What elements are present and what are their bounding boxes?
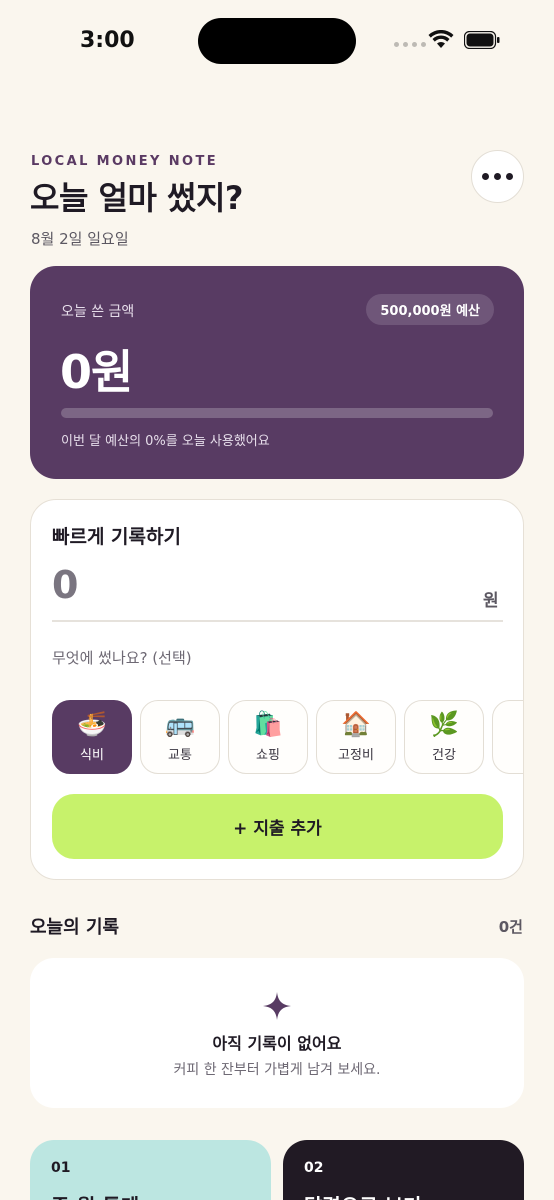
card-title: 달력으로 보기 — [304, 1190, 421, 1200]
signal-icon — [394, 42, 426, 47]
dynamic-island — [198, 18, 356, 64]
more-options-button[interactable] — [471, 150, 524, 203]
category-label: 쇼핑 — [256, 746, 280, 762]
category-more[interactable] — [492, 700, 523, 774]
herb-icon: 🌿 — [429, 710, 459, 738]
stats-card[interactable]: 01 주·월 통계 — [30, 1140, 271, 1200]
category-label: 식비 — [80, 746, 104, 762]
budget-badge[interactable]: 500,000원 예산 — [366, 294, 494, 325]
sparkle-icon — [263, 992, 291, 1020]
empty-records-card: 아직 기록이 없어요 커피 한 잔부터 가볍게 남겨 보세요. — [30, 958, 524, 1108]
noodle-icon: 🍜 — [77, 710, 107, 738]
today-summary-card: 오늘 쓴 금액 500,000원 예산 0원 이번 달 예산의 0%를 오늘 사… — [30, 266, 524, 479]
shopping-bags-icon: 🛍️ — [253, 710, 283, 738]
quick-entry-title: 빠르게 기록하기 — [52, 526, 181, 548]
today-amount: 0원 — [60, 345, 133, 399]
more-dots-icon — [482, 173, 489, 180]
usage-text: 이번 달 예산의 0%를 오늘 사용했어요 — [61, 434, 270, 449]
add-expense-button[interactable]: + 지출 추가 — [52, 794, 503, 859]
category-label: 건강 — [432, 746, 456, 762]
quick-entry-card: 빠르게 기록하기 원 🍜 식비 🚌 교통 🛍️ 쇼핑 🏠 고정비 🌿 건강 + … — [30, 499, 524, 880]
category-fixed-cost[interactable]: 🏠 고정비 — [316, 700, 396, 774]
empty-subtitle: 커피 한 잔부터 가볍게 남겨 보세요. — [173, 1062, 381, 1078]
card-number: 01 — [51, 1160, 71, 1176]
status-bar: 3:00 — [0, 0, 554, 80]
category-selector: 🍜 식비 🚌 교통 🛍️ 쇼핑 🏠 고정비 🌿 건강 — [52, 700, 523, 774]
card-title: 주·월 통계 — [51, 1190, 139, 1200]
calendar-card[interactable]: 02 달력으로 보기 — [283, 1140, 524, 1200]
status-time: 3:00 — [80, 28, 135, 53]
wifi-icon — [428, 30, 454, 48]
category-health[interactable]: 🌿 건강 — [404, 700, 484, 774]
battery-icon — [464, 31, 500, 49]
summary-label: 오늘 쓴 금액 — [61, 304, 135, 320]
app-eyebrow: LOCAL MONEY NOTE — [31, 154, 219, 169]
memo-input[interactable] — [52, 644, 503, 672]
input-divider — [52, 620, 503, 622]
house-icon: 🏠 — [341, 710, 371, 738]
records-count: 0건 — [498, 918, 523, 936]
empty-title: 아직 기록이 없어요 — [212, 1034, 342, 1053]
page-title: 오늘 얼마 썼지? — [30, 179, 243, 217]
category-shopping[interactable]: 🛍️ 쇼핑 — [228, 700, 308, 774]
currency-unit: 원 — [483, 591, 499, 611]
card-number: 02 — [304, 1160, 324, 1176]
bus-icon: 🚌 — [165, 710, 195, 738]
category-label: 고정비 — [338, 746, 374, 762]
category-label: 교통 — [168, 746, 192, 762]
amount-input[interactable] — [52, 560, 442, 610]
records-title: 오늘의 기록 — [30, 917, 120, 938]
current-date: 8월 2일 일요일 — [31, 230, 129, 248]
category-transport[interactable]: 🚌 교통 — [140, 700, 220, 774]
budget-progress-bar — [61, 408, 493, 418]
category-food[interactable]: 🍜 식비 — [52, 700, 132, 774]
